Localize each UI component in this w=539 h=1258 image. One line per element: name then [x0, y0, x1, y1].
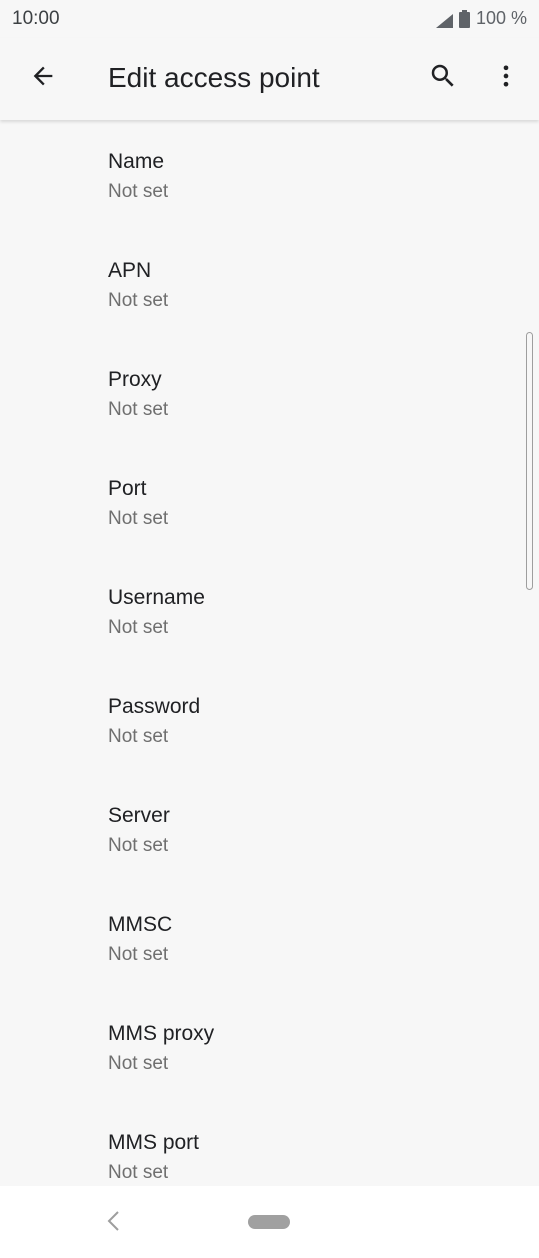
setting-summary: Not set — [108, 835, 169, 856]
back-button[interactable] — [20, 55, 66, 101]
setting-title: Password — [108, 695, 201, 718]
more-vert-icon — [492, 62, 520, 95]
setting-summary: Not set — [108, 617, 169, 638]
setting-summary: Not set — [108, 726, 169, 747]
setting-title: Username — [108, 586, 205, 609]
search-icon — [428, 61, 458, 96]
system-nav-bar — [0, 1186, 539, 1258]
settings-list: Name Not set APN Not set Proxy Not set P… — [0, 120, 539, 1186]
setting-item-apn[interactable]: APN Not set — [0, 229, 539, 338]
nav-back-icon — [105, 1209, 121, 1238]
setting-title: Port — [108, 477, 147, 500]
setting-item-username[interactable]: Username Not set — [0, 556, 539, 665]
setting-summary: Not set — [108, 1162, 169, 1183]
app-bar: Edit access point — [0, 38, 539, 120]
status-bar: 10:00 100 % — [0, 0, 539, 38]
setting-title: Proxy — [108, 368, 162, 391]
setting-item-mms-port[interactable]: MMS port Not set — [0, 1101, 539, 1186]
setting-title: MMS port — [108, 1131, 200, 1154]
page-title: Edit access point — [108, 62, 320, 93]
setting-title: MMSC — [108, 913, 173, 936]
status-time: 10:00 — [12, 8, 60, 29]
back-arrow-icon — [29, 62, 57, 95]
setting-item-mmsc[interactable]: MMSC Not set — [0, 883, 539, 992]
setting-title: MMS proxy — [108, 1022, 215, 1045]
status-icons: 100 % — [435, 8, 527, 29]
setting-item-mms-proxy[interactable]: MMS proxy Not set — [0, 992, 539, 1101]
more-options-button[interactable] — [483, 55, 529, 101]
setting-item-proxy[interactable]: Proxy Not set — [0, 338, 539, 447]
setting-item-port[interactable]: Port Not set — [0, 447, 539, 556]
setting-item-server[interactable]: Server Not set — [0, 774, 539, 883]
home-pill-icon[interactable] — [248, 1215, 290, 1229]
setting-title: APN — [108, 259, 152, 282]
search-button[interactable] — [420, 55, 466, 101]
scrollbar[interactable] — [526, 332, 533, 590]
nav-back-button[interactable] — [98, 1208, 128, 1238]
setting-item-password[interactable]: Password Not set — [0, 665, 539, 774]
setting-summary: Not set — [108, 290, 169, 311]
setting-summary: Not set — [108, 399, 169, 420]
setting-item-name[interactable]: Name Not set — [0, 120, 539, 229]
setting-summary: Not set — [108, 944, 169, 965]
signal-icon — [435, 12, 453, 28]
setting-title: Server — [108, 804, 170, 827]
setting-summary: Not set — [108, 1053, 169, 1074]
battery-percentage: 100 % — [475, 8, 527, 28]
setting-summary: Not set — [108, 181, 169, 202]
setting-summary: Not set — [108, 508, 169, 529]
setting-title: Name — [108, 150, 165, 173]
battery-icon — [458, 9, 470, 28]
